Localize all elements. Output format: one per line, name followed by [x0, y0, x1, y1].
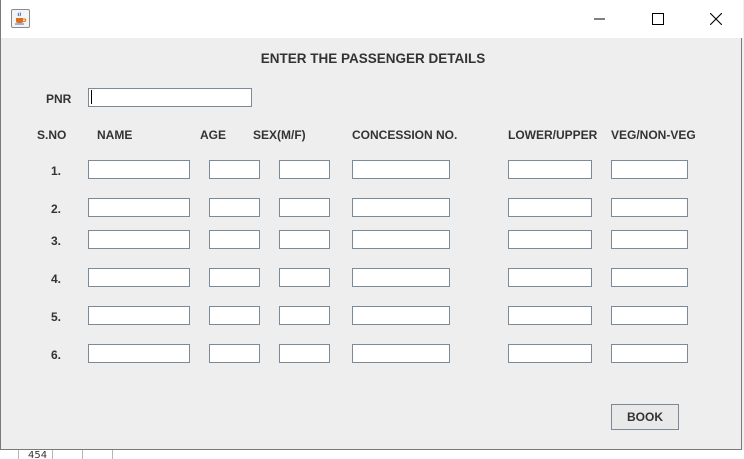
close-icon [710, 13, 722, 25]
name-input[interactable] [88, 230, 190, 249]
age-input[interactable] [209, 230, 260, 249]
berth-input[interactable] [508, 160, 592, 179]
berth-input[interactable] [508, 268, 592, 287]
row-number: 4. [51, 272, 62, 286]
concession-input[interactable] [352, 230, 450, 249]
sex-input[interactable] [279, 230, 330, 249]
concession-input[interactable] [352, 306, 450, 325]
berth-input[interactable] [508, 306, 592, 325]
concession-input[interactable] [352, 344, 450, 363]
maximize-button[interactable] [635, 0, 681, 38]
row-number: 2. [51, 202, 62, 216]
age-input[interactable] [209, 306, 260, 325]
age-input[interactable] [209, 344, 260, 363]
meal-input[interactable] [611, 268, 688, 287]
column-header-berth: LOWER/UPPER [508, 128, 598, 142]
name-input[interactable] [88, 198, 190, 217]
concession-input[interactable] [352, 268, 450, 287]
sex-input[interactable] [279, 268, 330, 287]
age-input[interactable] [209, 268, 260, 287]
meal-input[interactable] [611, 230, 688, 249]
title-bar[interactable] [1, 0, 743, 38]
column-header-sex: SEX(M/F) [253, 128, 306, 142]
berth-input[interactable] [508, 230, 592, 249]
background-grid-line [52, 450, 53, 459]
column-header-age: AGE [200, 128, 227, 142]
column-header-name: NAME [97, 128, 133, 142]
close-button[interactable] [693, 0, 739, 38]
sex-input[interactable] [279, 198, 330, 217]
row-number: 6. [51, 348, 62, 362]
meal-input[interactable] [611, 198, 688, 217]
meal-input[interactable] [611, 160, 688, 179]
concession-input[interactable] [352, 160, 450, 179]
age-input[interactable] [209, 198, 260, 217]
row-number: 1. [51, 164, 62, 178]
row-number: 3. [51, 234, 62, 248]
pnr-label: PNR [46, 92, 72, 106]
desktop: 454 ENTER THE PASSENGER DETAILS PNR S.NO… [0, 0, 744, 459]
java-coffee-cup-icon[interactable] [11, 9, 30, 28]
minimize-icon [594, 18, 605, 20]
form-heading: ENTER THE PASSENGER DETAILS [260, 51, 486, 66]
text-cursor [91, 90, 92, 104]
name-input[interactable] [88, 268, 190, 287]
book-button[interactable]: BOOK [611, 404, 679, 430]
age-input[interactable] [209, 160, 260, 179]
column-header-sno: S.NO [37, 128, 67, 142]
pnr-input[interactable] [88, 88, 252, 107]
background-grid-line [18, 450, 19, 459]
row-number: 5. [51, 310, 62, 324]
name-input[interactable] [88, 344, 190, 363]
minimize-button[interactable] [577, 0, 623, 38]
column-header-concession: CONCESSION NO. [352, 128, 458, 142]
concession-input[interactable] [352, 198, 450, 217]
meal-input[interactable] [611, 306, 688, 325]
passenger-details-window: ENTER THE PASSENGER DETAILS PNR S.NO NAM… [0, 0, 743, 450]
sex-input[interactable] [279, 160, 330, 179]
meal-input[interactable] [611, 344, 688, 363]
background-grid-line [112, 450, 113, 459]
sex-input[interactable] [279, 306, 330, 325]
column-header-meal: VEG/NON-VEG [611, 128, 696, 142]
background-row-number: 454 [28, 450, 48, 459]
name-input[interactable] [88, 160, 190, 179]
sex-input[interactable] [279, 344, 330, 363]
background-grid-line [82, 450, 83, 459]
name-input[interactable] [88, 306, 190, 325]
berth-input[interactable] [508, 344, 592, 363]
maximize-icon [652, 13, 664, 25]
berth-input[interactable] [508, 198, 592, 217]
